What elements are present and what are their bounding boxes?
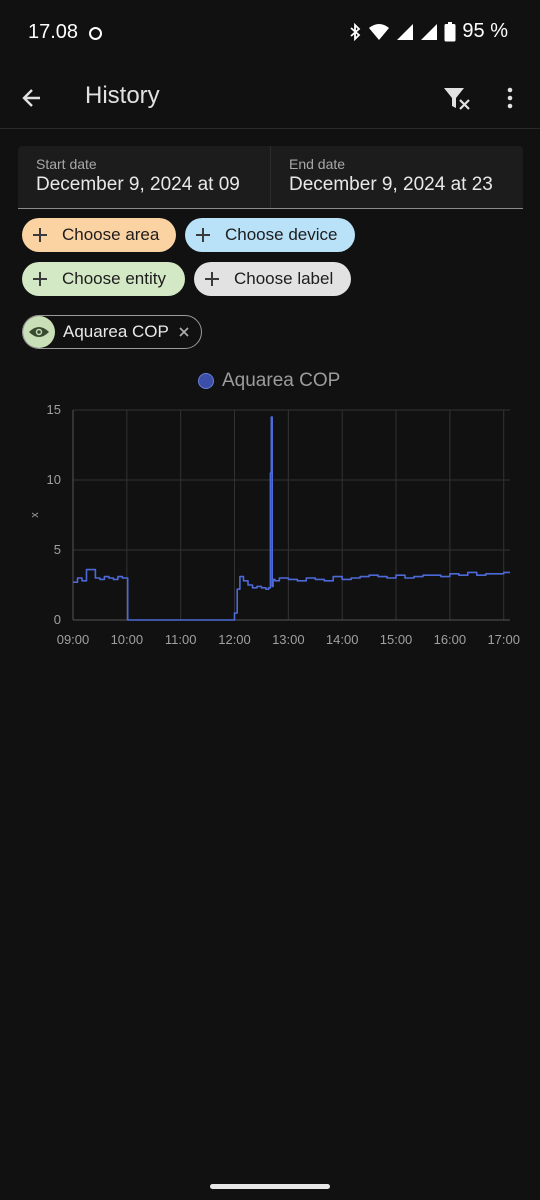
signal-icon <box>421 23 438 40</box>
eye-icon <box>23 316 55 348</box>
selected-entity-label: Aquarea COP <box>63 322 169 341</box>
page-title: History <box>85 82 160 109</box>
y-tick-label: 5 <box>54 542 61 557</box>
choose-label-button[interactable]: Choose label <box>194 262 351 296</box>
x-tick-label: 14:00 <box>326 632 359 647</box>
close-icon[interactable] <box>175 323 193 341</box>
selected-entity-chip[interactable]: Aquarea COP <box>22 315 202 349</box>
x-tick-label: 13:00 <box>272 632 305 647</box>
bluetooth-icon <box>350 22 361 41</box>
more-vert-icon[interactable] <box>500 84 520 112</box>
choose-label-label: Choose label <box>234 269 334 288</box>
choose-entity-button[interactable]: Choose entity <box>22 262 185 296</box>
legend-swatch <box>198 373 214 389</box>
plus-icon <box>32 227 48 243</box>
plus-icon <box>195 227 211 243</box>
status-bar: 17.08 95 % <box>0 0 540 64</box>
y-axis-label: x <box>29 512 41 518</box>
chart-legend-item[interactable]: Aquarea COP <box>198 370 340 392</box>
status-time: 17.08 <box>28 21 79 43</box>
end-date-label: End date <box>289 156 346 172</box>
plus-icon <box>32 271 48 287</box>
x-tick-label: 15:00 <box>380 632 413 647</box>
battery-percent: 95 % <box>462 20 508 42</box>
choose-area-button[interactable]: Choose area <box>22 218 176 252</box>
end-date-value: December 9, 2024 at 23 <box>289 174 493 195</box>
history-line-chart[interactable]: 0 5 10 15 09:00 10:00 11:00 12:00 13:00 14:00 15:0… <box>0 395 540 655</box>
choose-device-button[interactable]: Choose device <box>185 218 355 252</box>
x-tick-label: 09:00 <box>57 632 90 647</box>
filter-remove-icon[interactable] <box>442 84 472 112</box>
signal-icon <box>397 23 414 40</box>
choose-area-label: Choose area <box>62 225 160 244</box>
series-line-aquarea-cop <box>73 416 510 621</box>
y-tick-label: 15 <box>47 402 61 417</box>
x-tick-label: 12:00 <box>218 632 251 647</box>
status-icons: 95 % <box>348 20 508 43</box>
app-bar: History <box>0 64 540 129</box>
y-tick-label: 10 <box>47 472 61 487</box>
start-date-value: December 9, 2024 at 09 <box>36 174 240 195</box>
choose-entity-label: Choose entity <box>62 269 166 288</box>
arrow-back-icon[interactable] <box>18 84 46 112</box>
home-indicator <box>210 1184 330 1189</box>
wifi-icon <box>369 23 390 40</box>
x-tick-label: 17:00 <box>487 632 520 647</box>
date-range-picker: Start date December 9, 2024 at 09 End da… <box>18 146 523 209</box>
battery-icon <box>444 21 456 41</box>
plus-icon <box>204 271 220 287</box>
notification-dot-icon <box>89 27 102 40</box>
x-tick-label: 16:00 <box>434 632 467 647</box>
legend-label: Aquarea COP <box>222 370 341 391</box>
end-date-field[interactable]: End date December 9, 2024 at 23 <box>270 146 524 208</box>
x-tick-label: 10:00 <box>111 632 144 647</box>
choose-device-label: Choose device <box>225 225 338 244</box>
x-tick-label: 11:00 <box>165 632 197 647</box>
start-date-label: Start date <box>36 156 97 172</box>
y-tick-label: 0 <box>54 612 61 627</box>
start-date-field[interactable]: Start date December 9, 2024 at 09 <box>18 146 270 208</box>
